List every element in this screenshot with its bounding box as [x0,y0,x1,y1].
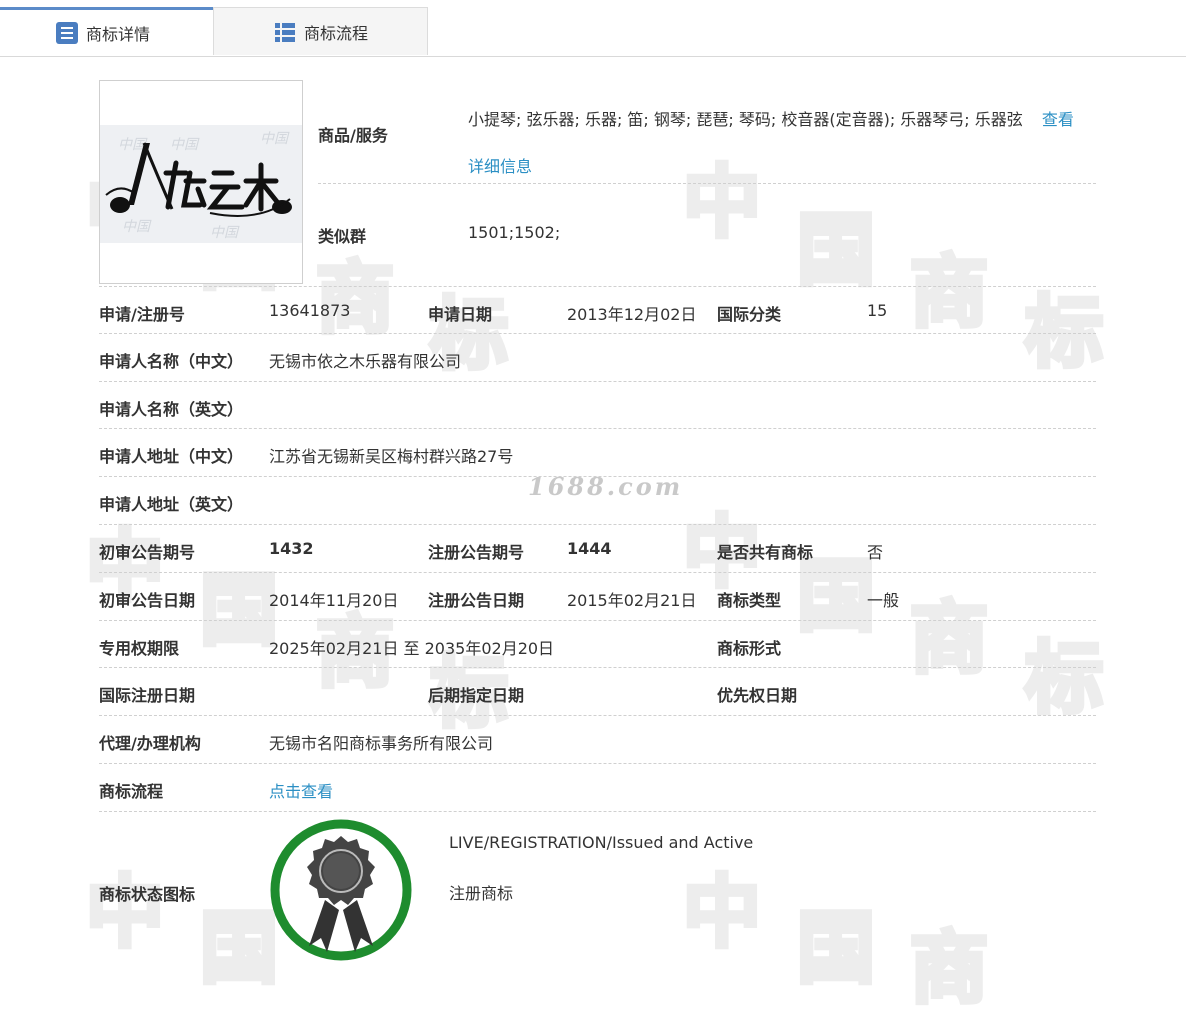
goods-services-row: 商品/服务 小提琴; 弦乐器; 乐器; 笛; 钢琴; 琵琶; 琴码; 校音器(定… [318,80,1096,184]
agent-value: 无锡市名阳商标事务所有限公司 [269,734,494,753]
reg-pub-no-value: 1444 [567,539,612,558]
agent-label: 代理/办理机构 [99,734,201,753]
type-value: 一般 [867,591,900,610]
prelim-date-label: 初审公告日期 [99,591,196,610]
row-applicant-en: 申请人名称（英文） [99,381,1096,429]
prelim-no-value: 1432 [269,539,314,558]
row-registration: 申请/注册号 13641873 申请日期 2013年12月02日 国际分类 15 [99,286,1096,334]
flow-view-link[interactable]: 点击查看 [269,778,333,802]
row-address-en: 申请人地址（英文） [99,476,1096,524]
address-cn-label: 申请人地址（中文） [99,447,244,466]
row-address-cn: 申请人地址（中文） 江苏省无锡新吴区梅村群兴路27号 [99,428,1096,476]
priority-label: 优先权日期 [717,686,798,705]
applicant-cn-label: 申请人名称（中文） [99,352,244,371]
list-flow-icon [275,22,295,42]
later-label: 后期指定日期 [428,686,525,705]
svg-text:中国: 中国 [170,137,200,153]
similar-group-value: 1501;1502; [468,223,561,242]
award-ribbon-icon [270,819,412,961]
applicant-cn-value: 无锡市依之木乐器有限公司 [269,352,462,371]
goods-services-label: 商品/服务 [318,126,388,145]
reg-no-value: 13641873 [269,301,351,320]
tab-label: 商标详情 [86,25,151,44]
applicant-en-label: 申请人名称（英文） [99,400,244,419]
type-label: 商标类型 [717,591,782,610]
reg-pub-no-label: 注册公告期号 [428,543,525,562]
row-announcement-date: 初审公告日期 2014年11月20日 注册公告日期 2015年02月21日 商标… [99,572,1096,620]
row-dates: 国际注册日期 后期指定日期 优先权日期 [99,667,1096,715]
row-exclusive: 专用权期限 2025年02月21日 至 2035年02月20日 商标形式 [99,620,1096,668]
detail-info-link[interactable]: 详细信息 [468,157,532,176]
svg-text:中国: 中国 [210,225,240,241]
address-cn-value: 江苏省无锡新吴区梅村群兴路27号 [269,447,514,466]
shared-value: 否 [867,543,884,562]
status-chinese: 注册商标 [449,884,514,903]
intl-class-value: 15 [867,301,888,320]
goods-services-value: 小提琴; 弦乐器; 乐器; 笛; 钢琴; 琵琶; 琴码; 校音器(定音器); 乐… [468,96,1093,190]
tab-bar: 商标详情 商标流程 [0,0,1186,57]
tab-label: 商标流程 [304,23,369,43]
trademark-logo: 中国 中国 中国 中国 中国 [99,80,303,284]
prelim-date-value: 2014年11月20日 [269,591,399,610]
intl-reg-label: 国际注册日期 [99,686,196,705]
similar-group-row: 类似群 1501;1502; [318,183,1096,285]
flow-label: 商标流程 [99,782,164,801]
similar-group-label: 类似群 [318,227,367,246]
address-en-label: 申请人地址（英文） [99,495,244,514]
prelim-no-label: 初审公告期号 [99,543,196,562]
form-label: 商标形式 [717,639,782,658]
apply-date-label: 申请日期 [428,305,493,324]
svg-text:中国: 中国 [122,219,152,235]
view-more-link[interactable]: 查看 [1042,110,1074,129]
goods-services-text: 小提琴; 弦乐器; 乐器; 笛; 钢琴; 琵琶; 琴码; 校音器(定音器); 乐… [468,110,1023,129]
reg-pub-date-value: 2015年02月21日 [567,591,697,610]
trademark-logo-image: 中国 中国 中国 中国 中国 [100,125,302,243]
status-label: 商标状态图标 [99,885,196,904]
svg-text:中国: 中国 [260,131,290,147]
tab-trademark-details[interactable]: 商标详情 [0,7,213,56]
row-agent: 代理/办理机构 无锡市名阳商标事务所有限公司 [99,715,1096,763]
exclusive-label: 专用权期限 [99,639,180,658]
exclusive-value: 2025年02月21日 至 2035年02月20日 [269,639,555,658]
intl-class-label: 国际分类 [717,305,782,324]
shared-label: 是否共有商标 [717,543,814,562]
row-announcement-no: 初审公告期号 1432 注册公告期号 1444 是否共有商标 否 [99,524,1096,572]
row-flow: 商标流程 点击查看 [99,763,1096,811]
status-english: LIVE/REGISTRATION/Issued and Active [449,833,754,852]
list-detail-icon [56,22,78,44]
apply-date-value: 2013年12月02日 [567,305,697,324]
reg-no-label: 申请/注册号 [99,305,185,324]
reg-pub-date-label: 注册公告日期 [428,591,525,610]
row-applicant-cn: 申请人名称（中文） 无锡市依之木乐器有限公司 [99,333,1096,381]
tab-trademark-flow[interactable]: 商标流程 [213,7,428,55]
row-status: 商标状态图标 LIVE/REGISTRATION/Issued and Acti… [99,811,1096,972]
